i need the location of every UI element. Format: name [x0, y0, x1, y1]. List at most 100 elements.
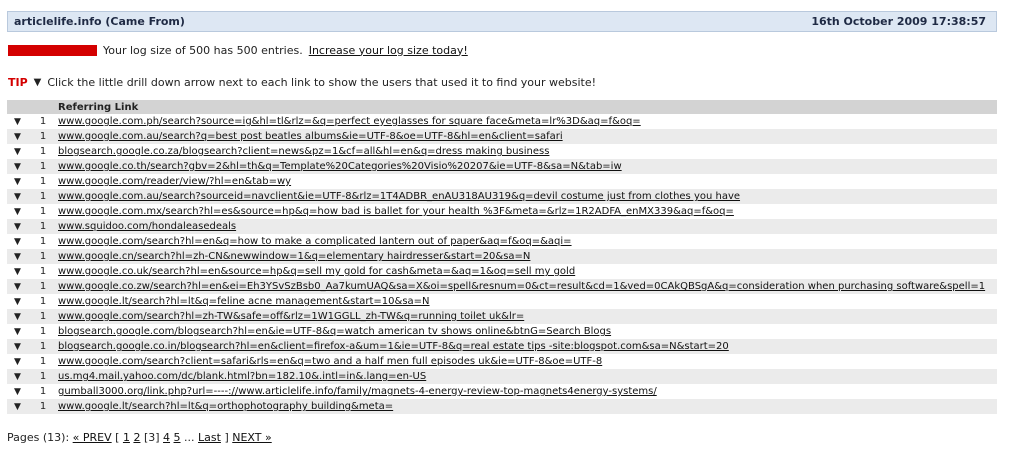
drill-down-arrow-icon[interactable]: ▼ [7, 189, 28, 204]
referring-link[interactable]: www.google.com.au/search?sourceid=navcli… [58, 191, 740, 202]
table-row: ▼ 1 www.google.co.zw/search?hl=en&ei=Eh3YS… [7, 279, 997, 294]
table-row: ▼ 1 www.google.com.au/search?sourceid=navc… [7, 189, 997, 204]
drill-down-arrow-icon[interactable]: ▼ [7, 159, 28, 174]
table-row: ▼ 1 www.google.com/search?hl=zh-TW&safe=of… [7, 309, 997, 324]
referring-link[interactable]: www.google.com.au/search?q=best post bea… [58, 131, 563, 142]
table-row: ▼ 1 blogsearch.google.com/blogsearch?hl=en… [7, 324, 997, 339]
referring-link[interactable]: www.google.lt/search?hl=lt&q=feline acne… [58, 296, 430, 307]
referral-count: 1 [28, 249, 58, 264]
table-row: ▼ 1 www.google.lt/search?hl=lt&q=feline ac… [7, 294, 997, 309]
drill-down-arrow-icon[interactable]: ▼ [7, 204, 28, 219]
referral-count: 1 [39, 326, 47, 337]
referring-link-cell: gumball3000.org/link.php?url=----://www.… [58, 384, 997, 399]
pages-label: Pages (13): [7, 431, 70, 444]
referring-link-cell: www.google.lt/search?hl=lt&q=feline acne… [58, 294, 997, 309]
referring-link-cell: www.google.lt/search?hl=lt&q=orthophotog… [58, 399, 997, 414]
referral-count: 1 [39, 266, 47, 277]
referring-link-cell: blogsearch.google.co.za/blogsearch?clien… [58, 144, 997, 159]
drill-down-arrow-icon[interactable]: ▼ [7, 264, 28, 279]
table-header-row: Referring Link [7, 100, 997, 114]
referring-link[interactable]: www.google.lt/search?hl=lt&q=orthophotog… [58, 401, 393, 412]
referring-link-cell: www.google.co.zw/search?hl=en&ei=Eh3YSvS… [58, 279, 997, 294]
page-link-5[interactable]: 5 [174, 431, 181, 444]
increase-log-size-link[interactable]: Increase your log size today! [309, 44, 468, 57]
drill-down-arrow-icon[interactable]: ▼ [7, 369, 28, 384]
referring-link[interactable]: us.mg4.mail.yahoo.com/dc/blank.html?bn=1… [58, 371, 426, 382]
drill-down-arrow-icon: ▼ [33, 76, 42, 88]
referring-link-cell: www.google.co.uk/search?hl=en&source=hp&… [58, 264, 997, 279]
drill-down-arrow-icon[interactable]: ▼ [7, 129, 28, 144]
referring-link[interactable]: www.google.co.th/search?gbv=2&hl=th&q=Te… [58, 161, 622, 172]
referring-link[interactable]: www.google.com.mx/search?hl=es&source=hp… [58, 206, 734, 217]
table-row: ▼ 1 www.google.com.au/search?q=best post b… [7, 129, 997, 144]
arrow-column-header [7, 100, 28, 114]
drill-down-arrow-icon[interactable]: ▼ [7, 249, 28, 264]
referring-link[interactable]: www.google.cn/search?hl=zh-CN&newwindow=… [58, 251, 530, 262]
page-link-2[interactable]: 2 [133, 431, 140, 444]
referral-count: 1 [39, 236, 47, 247]
drill-down-arrow-icon[interactable]: ▼ [7, 324, 28, 339]
pager-open-bracket: [ [115, 431, 120, 444]
next-page-link[interactable]: NEXT » [232, 431, 271, 444]
table-row: ▼ 1 www.squidoo.com/hondaleasedeals [7, 219, 997, 234]
table-row: ▼ 1 us.mg4.mail.yahoo.com/dc/blank.html?bn… [7, 369, 997, 384]
last-page-link[interactable]: Last [198, 431, 221, 444]
referring-link-cell: www.google.com.mx/search?hl=es&source=hp… [58, 204, 997, 219]
referring-link[interactable]: blogsearch.google.co.za/blogsearch?clien… [58, 146, 549, 157]
drill-down-arrow-icon[interactable]: ▼ [7, 294, 28, 309]
page-link-4[interactable]: 4 [163, 431, 170, 444]
drill-down-arrow-icon[interactable]: ▼ [7, 399, 28, 414]
referring-link-cell: www.google.cn/search?hl=zh-CN&newwindow=… [58, 249, 997, 264]
table-row: ▼ 1 www.google.com/search?client=safari&rl… [7, 354, 997, 369]
table-row: ▼ 1 www.google.com.ph/search?source=ig&hl=… [7, 114, 997, 129]
drill-down-arrow-icon[interactable]: ▼ [7, 144, 28, 159]
referral-count: 1 [39, 356, 47, 367]
drill-down-arrow-icon[interactable]: ▼ [7, 339, 28, 354]
drill-down-arrow-icon[interactable]: ▼ [7, 279, 28, 294]
referring-link[interactable]: www.google.com/reader/view/?hl=en&tab=wy [58, 176, 291, 187]
referring-link-cell: www.google.co.th/search?gbv=2&hl=th&q=Te… [58, 159, 997, 174]
referral-count: 1 [39, 116, 47, 127]
drill-down-arrow-icon[interactable]: ▼ [7, 234, 28, 249]
referring-link[interactable]: www.google.com/search?hl=zh-TW&safe=off&… [58, 311, 524, 322]
drill-down-arrow-icon[interactable]: ▼ [7, 309, 28, 324]
referral-count: 1 [28, 219, 58, 234]
table-row: ▼ 1 www.google.co.uk/search?hl=en&source=h… [7, 264, 997, 279]
referral-count: 1 [28, 399, 58, 414]
page-header: articlelife.info (Came From) 16th Octobe… [7, 11, 997, 32]
table-row: ▼ 1 blogsearch.google.co.in/blogsearch?hl=… [7, 339, 997, 354]
referring-link-column-header: Referring Link [58, 100, 997, 114]
referring-link[interactable]: www.google.com/search?hl=en&q=how to mak… [58, 236, 572, 247]
referring-link[interactable]: www.google.com.ph/search?source=ig&hl=tl… [58, 116, 641, 127]
drill-down-arrow-icon[interactable]: ▼ [7, 174, 28, 189]
table-row: ▼ 1 www.google.cn/search?hl=zh-CN&newwindo… [7, 249, 997, 264]
table-row: ▼ 1 www.google.com/reader/view/?hl=en&tab=… [7, 174, 997, 189]
referral-count: 1 [28, 309, 58, 324]
referring-link-cell: www.google.com/search?client=safari&rls=… [58, 354, 997, 369]
referral-count: 1 [28, 339, 58, 354]
referring-link-cell: us.mg4.mail.yahoo.com/dc/blank.html?bn=1… [58, 369, 997, 384]
drill-down-arrow-icon[interactable]: ▼ [7, 114, 28, 129]
prev-page-link[interactable]: « PREV [73, 431, 112, 444]
referring-link[interactable]: www.google.co.uk/search?hl=en&source=hp&… [58, 266, 575, 277]
referring-link[interactable]: gumball3000.org/link.php?url=----://www.… [58, 386, 657, 397]
drill-down-arrow-icon[interactable]: ▼ [7, 384, 28, 399]
referral-count: 1 [28, 189, 58, 204]
referring-link[interactable]: www.google.com/search?client=safari&rls=… [58, 356, 602, 367]
referral-count: 1 [39, 296, 47, 307]
drill-down-arrow-icon[interactable]: ▼ [7, 354, 28, 369]
tip-label: TIP [8, 75, 28, 89]
referring-link[interactable]: blogsearch.google.com/blogsearch?hl=en&i… [58, 326, 611, 337]
referring-link[interactable]: blogsearch.google.co.in/blogsearch?hl=en… [58, 341, 729, 352]
referring-link-cell: blogsearch.google.com/blogsearch?hl=en&i… [58, 324, 997, 339]
referral-count: 1 [39, 206, 47, 217]
table-row: ▼ 1 www.google.com/search?hl=en&q=how to m… [7, 234, 997, 249]
referring-link-cell: www.google.com/reader/view/?hl=en&tab=wy [58, 174, 997, 189]
referring-link[interactable]: www.google.co.zw/search?hl=en&ei=Eh3YSvS… [58, 281, 985, 292]
page-link-1[interactable]: 1 [123, 431, 130, 444]
referring-link[interactable]: www.squidoo.com/hondaleasedeals [58, 221, 236, 232]
referral-count: 1 [28, 369, 58, 384]
pager-close-bracket: ] [224, 431, 229, 444]
drill-down-arrow-icon[interactable]: ▼ [7, 219, 28, 234]
count-column-header [28, 100, 58, 114]
